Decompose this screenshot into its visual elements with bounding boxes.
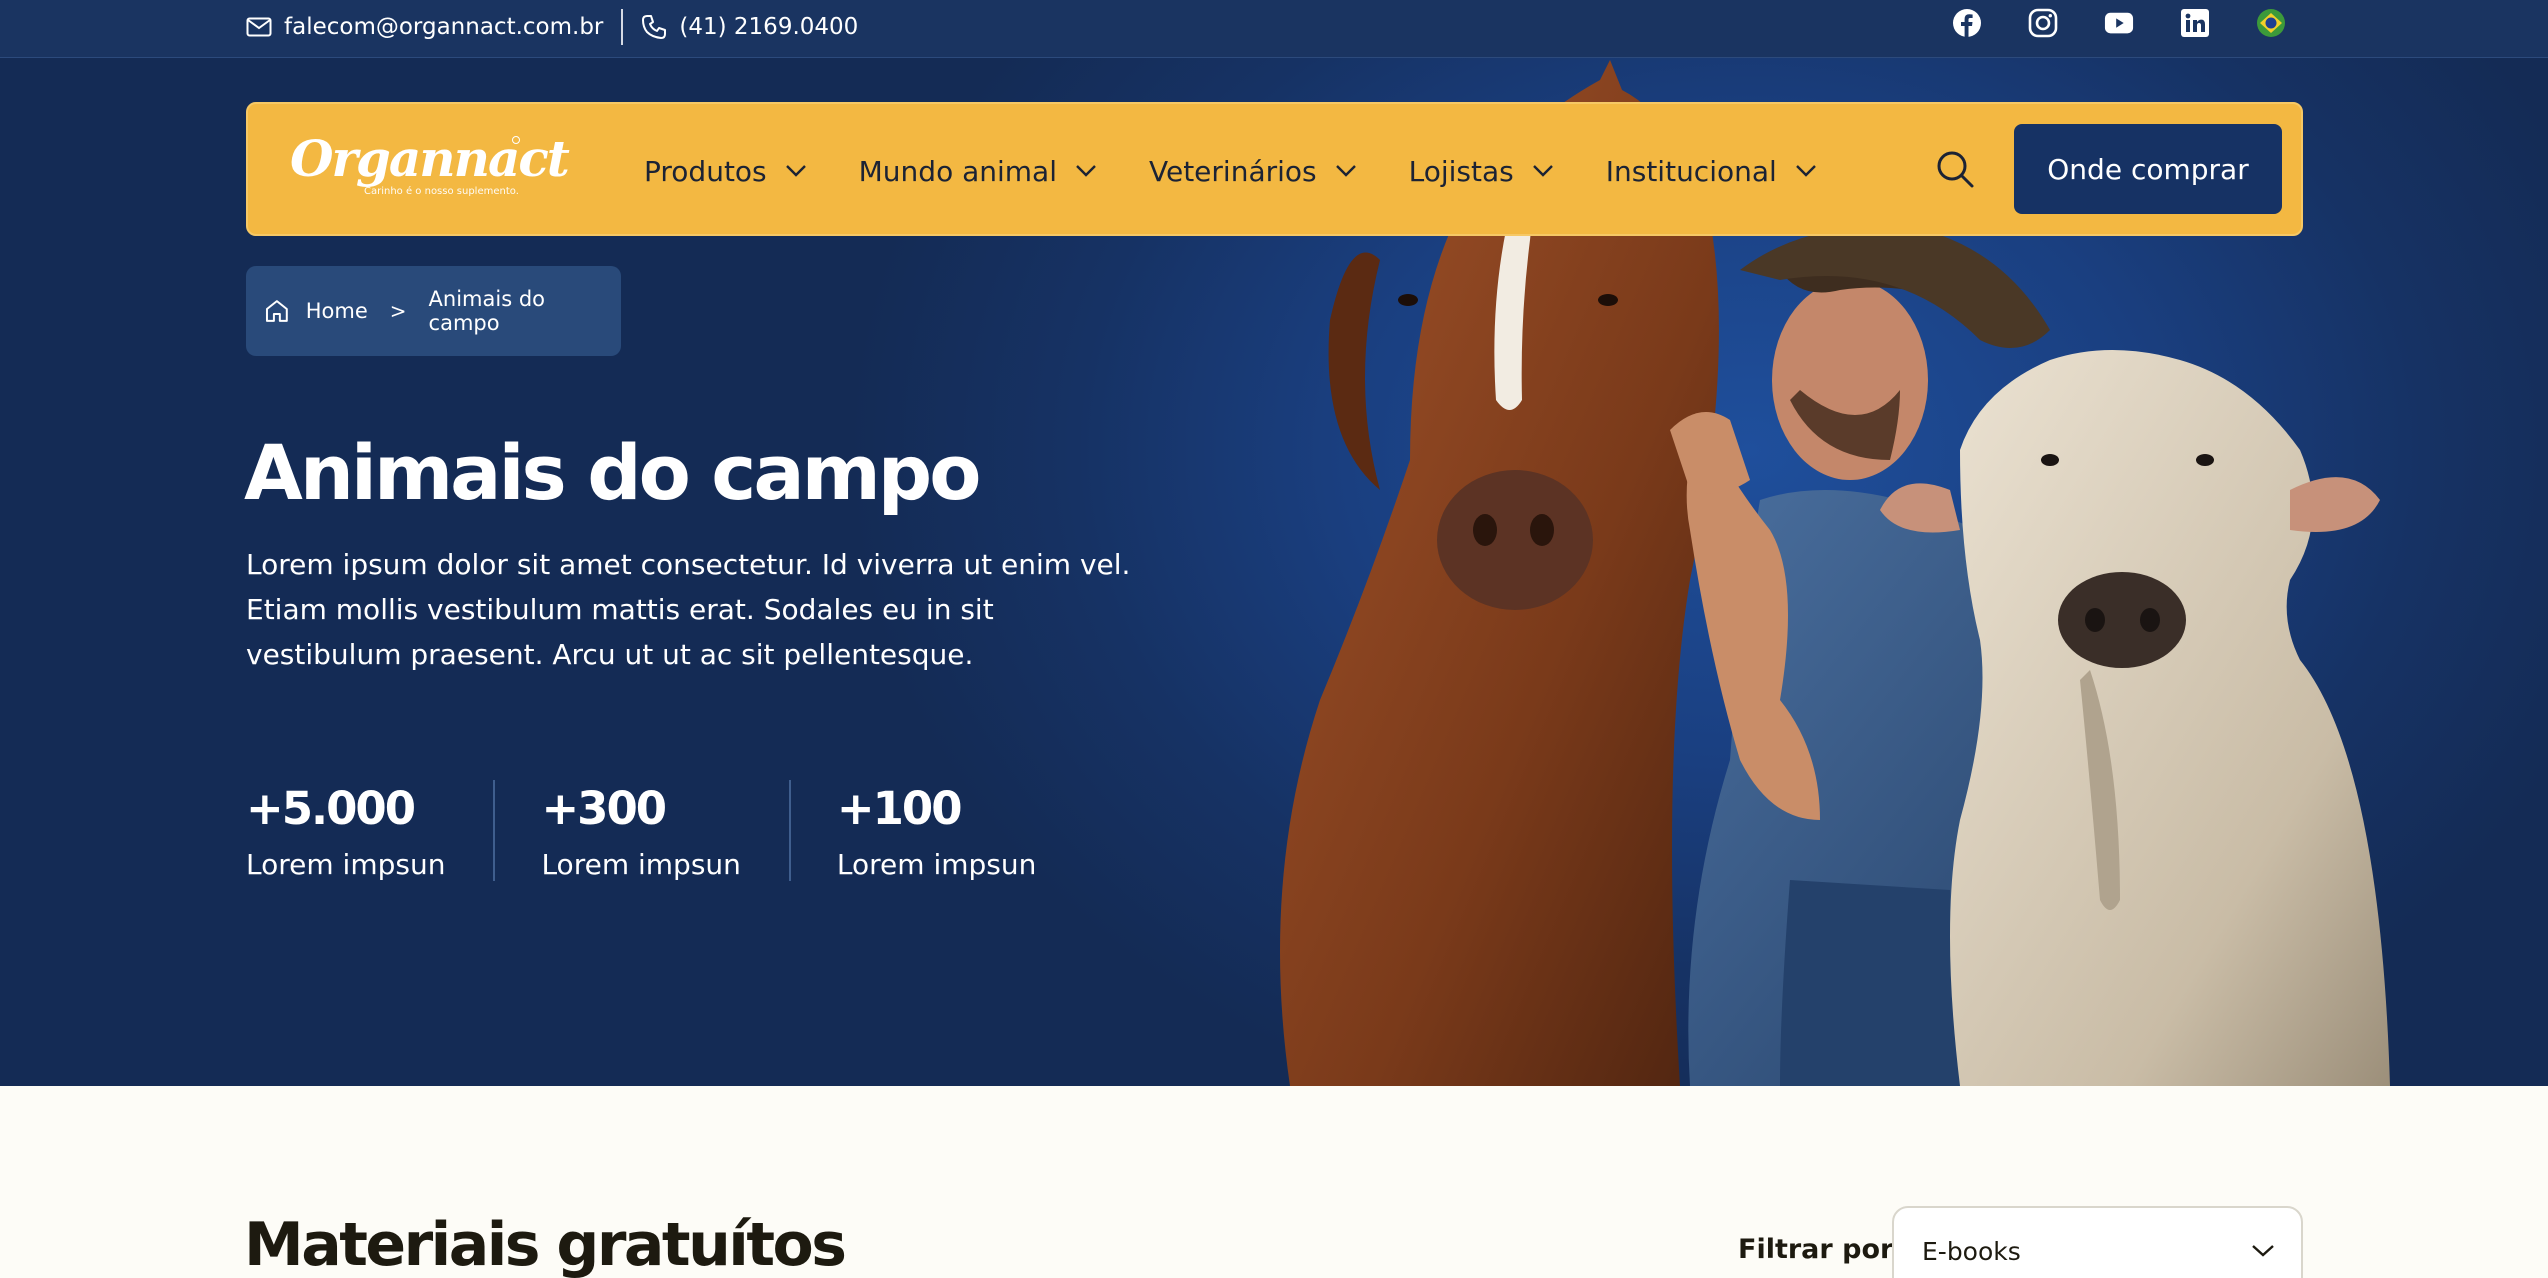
contact-divider (621, 9, 624, 45)
chevron-down-icon (1532, 165, 1553, 177)
top-bar: falecom@organnact.com.br (41) 2169.0400 (0, 0, 2548, 58)
page-title: Animais do campo (244, 428, 981, 517)
menu-item-label: Institucional (1605, 154, 1777, 188)
chevron-down-icon (1795, 165, 1816, 177)
phone-link[interactable]: (41) 2169.0400 (641, 14, 858, 40)
phone-text: (41) 2169.0400 (679, 14, 859, 40)
chevron-down-icon (785, 165, 806, 177)
stat-value: +100 (836, 782, 963, 835)
stat-item: +100 Lorem impsun (788, 780, 1084, 881)
filter-label: Filtrar por: (1738, 1234, 1905, 1265)
brand-logo[interactable]: Organnact Carinho é o nosso suplemento. (290, 129, 570, 206)
filter-dropdown[interactable]: E-books (1892, 1206, 2303, 1278)
breadcrumb: Home > Animais do campo (246, 266, 621, 356)
youtube-icon[interactable] (2104, 8, 2134, 38)
hero-section: falecom@organnact.com.br (41) 2169.0400 (0, 0, 2548, 1086)
facebook-icon[interactable] (1952, 8, 1982, 38)
stat-item: +300 Lorem impsun (493, 780, 788, 881)
menu-item-label: Lojistas (1408, 154, 1514, 188)
stats-row: +5.000 Lorem impsun +300 Lorem impsun +1… (246, 780, 1084, 881)
chevron-down-icon (2252, 1245, 2274, 1257)
chevron-down-icon (1076, 165, 1096, 177)
menu-item-institucional[interactable]: Institucional (1606, 155, 1817, 188)
social-links (1952, 8, 2286, 38)
email-text: falecom@organnact.com.br (284, 14, 604, 40)
breadcrumb-home[interactable]: Home (306, 299, 368, 323)
menu-item-veterinarios[interactable]: Veterinários (1149, 155, 1357, 188)
menu-item-produtos[interactable]: Produtos (644, 155, 807, 188)
contact-info: falecom@organnact.com.br (41) 2169.0400 (246, 0, 858, 54)
filter-selected-value: E-books (1922, 1236, 2021, 1266)
section-title: Materiais gratuítos (244, 1210, 847, 1278)
mail-icon (246, 17, 272, 37)
breadcrumb-separator: > (389, 299, 407, 323)
menu-item-label: Veterinários (1149, 154, 1317, 188)
stat-item: +5.000 Lorem impsun (246, 780, 493, 881)
instagram-icon[interactable] (2028, 8, 2058, 38)
menu-item-label: Mundo animal (858, 154, 1057, 188)
main-navbar: Organnact Carinho é o nosso suplemento. … (246, 102, 2303, 236)
menu-item-label: Produtos (644, 154, 767, 188)
search-icon (1937, 151, 1974, 188)
logo-wordmark: Organnact (290, 129, 570, 188)
stat-label: Lorem impsun (541, 848, 741, 881)
hero-description: Lorem ipsum dolor sit amet consectetur. … (246, 548, 1131, 671)
stat-value: +5.000 (246, 782, 416, 835)
brazil-flag-icon[interactable] (2256, 8, 2286, 38)
logo-tagline: Carinho é o nosso suplemento. (364, 186, 519, 197)
menu-item-lojistas[interactable]: Lojistas (1409, 155, 1554, 188)
stat-label: Lorem impsun (836, 848, 1037, 881)
where-to-buy-button[interactable]: Onde comprar (2014, 124, 2282, 214)
search-button[interactable] (1932, 146, 1978, 192)
home-icon[interactable] (264, 298, 290, 324)
main-menu: Produtos Mundo animal Veterinários Lojis… (644, 104, 1817, 238)
chevron-down-icon (1335, 165, 1356, 177)
phone-icon (642, 15, 667, 39)
stat-value: +300 (541, 782, 667, 835)
breadcrumb-current: Animais do campo (428, 287, 546, 335)
email-link[interactable]: falecom@organnact.com.br (246, 14, 603, 40)
registered-mark (512, 136, 520, 144)
menu-item-mundo-animal[interactable]: Mundo animal (859, 155, 1097, 188)
stat-label: Lorem impsun (246, 848, 446, 881)
linkedin-icon[interactable] (2180, 8, 2210, 38)
